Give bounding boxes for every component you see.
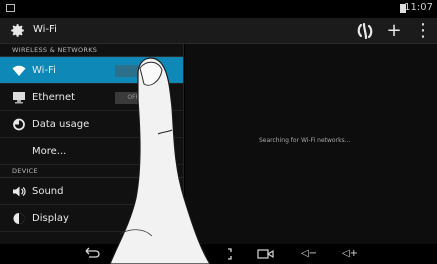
settings-list: WIRELESS & NETWORKS Wi-Fi Ethernet OFF D… <box>0 44 184 244</box>
sidebar-item-label: More... <box>32 146 67 157</box>
section-header-wireless: WIRELESS & NETWORKS <box>0 44 183 57</box>
sound-icon <box>13 186 26 197</box>
searching-status: Searching for Wi-Fi networks... <box>259 137 351 144</box>
home-icon[interactable] <box>120 246 140 262</box>
screenshot-icon[interactable] <box>218 246 238 262</box>
notification-icon <box>6 4 15 12</box>
action-bar: Wi-Fi + ⋮ <box>0 18 437 44</box>
sidebar-item-label: Display <box>32 213 69 224</box>
volume-down-icon[interactable]: ◁− <box>299 246 319 262</box>
wifi-networks-pane: Searching for Wi-Fi networks... <box>185 44 437 244</box>
back-icon[interactable] <box>82 246 102 262</box>
status-time: 11:07 <box>404 2 433 13</box>
wifi-toggle[interactable] <box>115 65 143 77</box>
sidebar-item-label: Ethernet <box>32 92 76 103</box>
sidebar-item-ethernet[interactable]: Ethernet OFF <box>0 84 183 111</box>
display-icon <box>13 213 25 224</box>
sidebar-item-label: Data usage <box>32 119 90 130</box>
data-usage-icon <box>13 118 25 131</box>
wifi-icon <box>12 65 26 76</box>
volume-up-icon[interactable]: ◁+ <box>340 246 360 262</box>
wps-icon[interactable] <box>355 21 375 41</box>
sidebar-item-display[interactable]: Display <box>0 205 183 232</box>
ethernet-toggle[interactable]: OFF <box>115 92 143 104</box>
status-bar: 11:07 <box>0 0 437 18</box>
sidebar-item-label: Sound <box>32 186 64 197</box>
sidebar-item-more[interactable]: More... <box>0 138 183 165</box>
section-header-device: DEVICE <box>0 165 183 178</box>
camera-icon[interactable] <box>256 246 276 262</box>
gear-icon <box>11 24 24 37</box>
sidebar-item-data-usage[interactable]: Data usage <box>0 111 183 138</box>
sidebar-item-sound[interactable]: Sound <box>0 178 183 205</box>
sidebar-item-wifi[interactable]: Wi-Fi <box>0 57 183 84</box>
recents-icon[interactable] <box>170 246 190 262</box>
overflow-menu-icon[interactable]: ⋮ <box>413 21 433 41</box>
add-icon[interactable]: + <box>384 21 404 41</box>
sidebar-item-label: Wi-Fi <box>32 65 56 76</box>
page-title: Wi-Fi <box>33 24 57 35</box>
ethernet-icon <box>13 92 25 104</box>
navigation-bar: ◁− ◁+ <box>0 244 437 264</box>
